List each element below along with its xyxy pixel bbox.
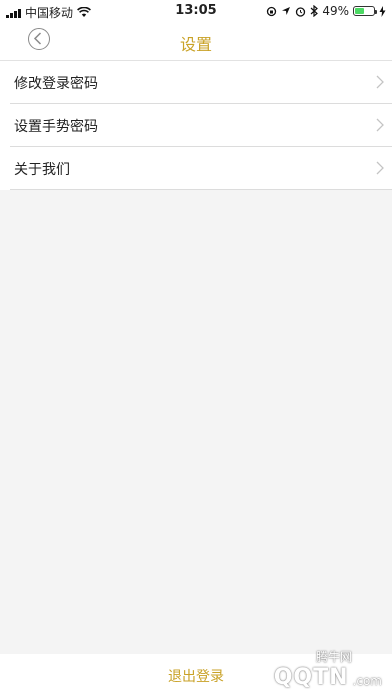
location-icon (282, 7, 291, 15)
menu-item-set-gesture-password[interactable]: 设置手势密码 (10, 104, 392, 147)
battery-percent: 49% (322, 4, 349, 18)
chevron-right-icon (376, 75, 384, 89)
status-right: 49% (266, 4, 386, 18)
menu-item-label: 设置手势密码 (14, 119, 98, 135)
bluetooth-icon (310, 5, 319, 17)
qqtn-logo-icon (236, 665, 269, 689)
watermark: QQTN .com 腾牛网 (234, 650, 382, 690)
chevron-right-icon (376, 161, 384, 175)
page-title: 设置 (179, 35, 212, 54)
watermark-brand: QQTN (273, 665, 349, 690)
watermark-site-name: 腾牛网 (315, 650, 352, 664)
menu-item-label: 关于我们 (14, 162, 70, 178)
settings-menu: 修改登录密码 设置手势密码 关于我们 (0, 61, 392, 190)
menu-item-about-us[interactable]: 关于我们 (10, 147, 392, 190)
battery-icon (353, 6, 377, 16)
menu-item-label: 修改登录密码 (14, 76, 98, 92)
nav-bar: 设置 (0, 22, 392, 61)
watermark-domain: .com (352, 674, 382, 688)
alarm-icon (296, 6, 306, 17)
bottom-bar: 退出登录 QQTN .com 腾牛网 (0, 650, 392, 696)
orientation-lock-icon (267, 6, 277, 16)
charging-icon (379, 5, 386, 17)
chevron-right-icon (376, 118, 384, 132)
menu-item-change-login-password[interactable]: 修改登录密码 (10, 61, 392, 104)
status-bar: 中国移动 13:05 49% (0, 0, 392, 22)
